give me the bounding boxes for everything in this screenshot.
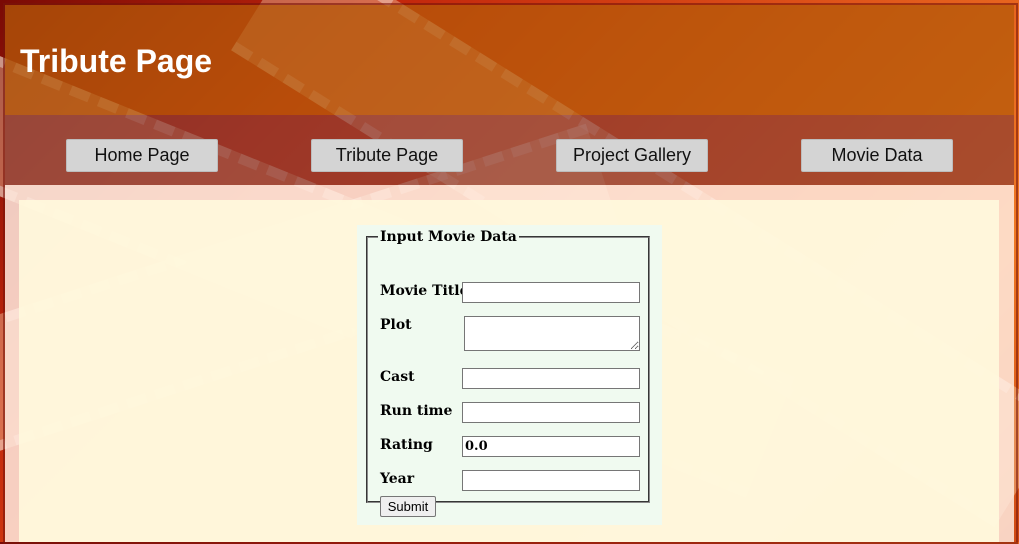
nav-movie-data[interactable]: Movie Data — [801, 139, 953, 172]
movie-title-input[interactable] — [462, 282, 640, 303]
run-time-input[interactable] — [462, 402, 640, 423]
movie-title-label: Movie Title — [380, 283, 469, 299]
main-nav: Home Page Tribute Page Project Gallery M… — [5, 115, 1014, 185]
plot-label: Plot — [380, 317, 412, 333]
movie-data-fieldset: Input Movie Data Movie Title Plot Cast R… — [366, 229, 650, 517]
cast-label: Cast — [380, 369, 415, 385]
plot-textarea[interactable] — [464, 316, 640, 351]
nav-home-page[interactable]: Home Page — [66, 139, 218, 172]
page-title: Tribute Page — [20, 43, 213, 79]
rating-input[interactable] — [462, 436, 640, 457]
run-time-label: Run time — [380, 403, 453, 419]
year-input[interactable] — [462, 470, 640, 491]
movie-form: Input Movie Data Movie Title Plot Cast R… — [357, 225, 662, 525]
nav-tribute-page[interactable]: Tribute Page — [311, 139, 463, 172]
submit-button[interactable]: Submit — [380, 496, 436, 517]
rating-label: Rating — [380, 437, 433, 453]
fieldset-legend: Input Movie Data — [380, 229, 517, 245]
year-label: Year — [380, 471, 415, 487]
cast-input[interactable] — [462, 368, 640, 389]
nav-project-gallery[interactable]: Project Gallery — [556, 139, 708, 172]
site-header: Tribute Page — [5, 5, 1014, 115]
